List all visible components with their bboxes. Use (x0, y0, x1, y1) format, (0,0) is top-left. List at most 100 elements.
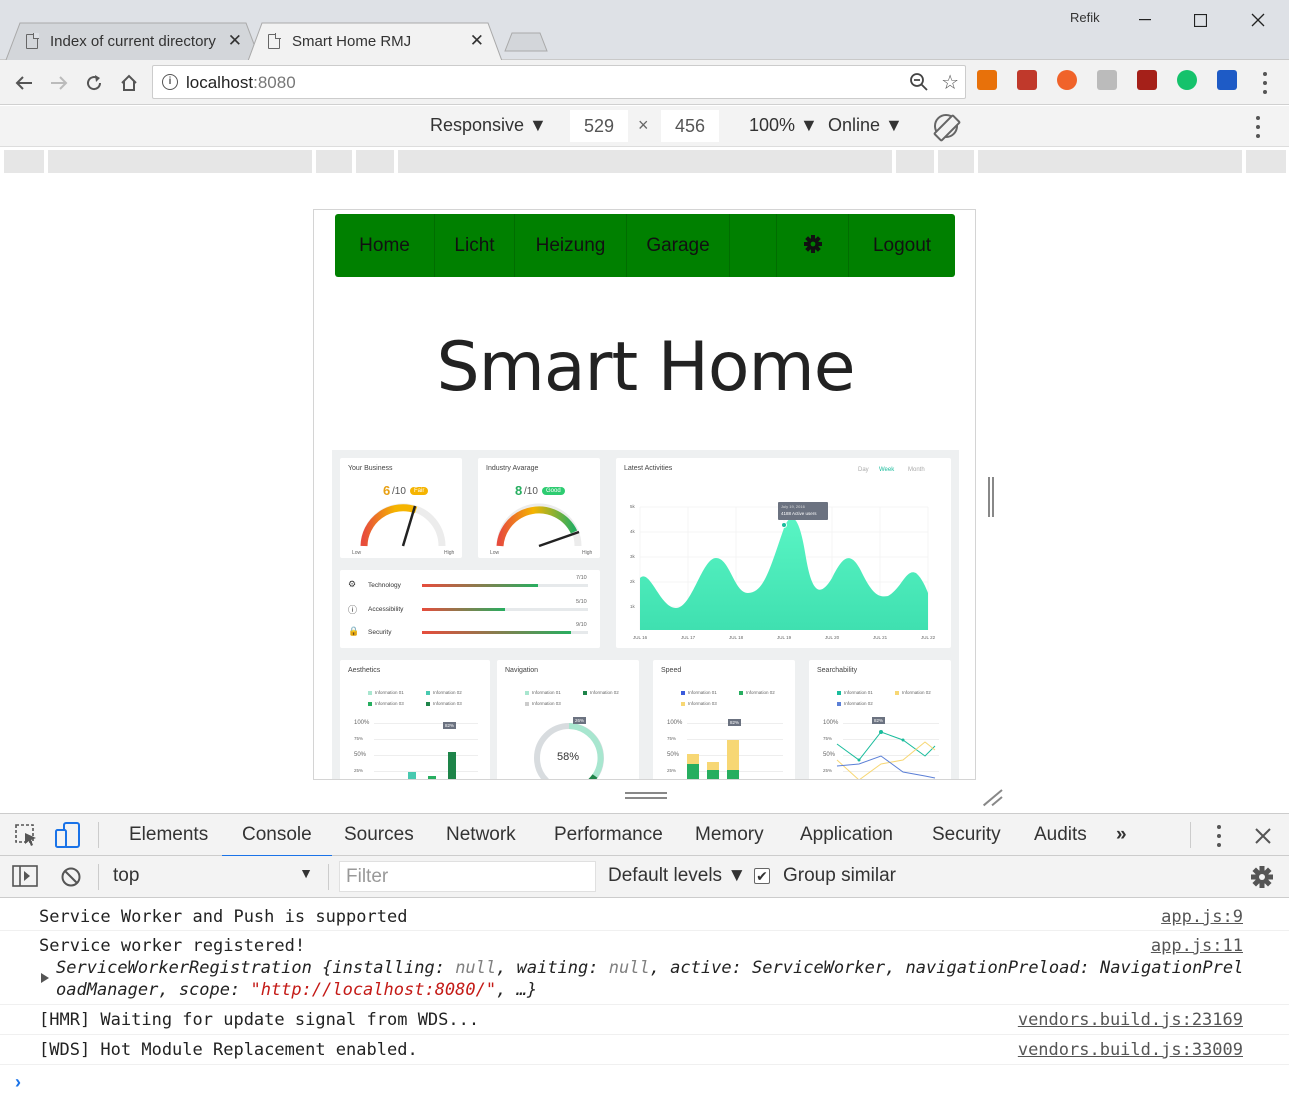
tab-audits[interactable]: Audits (1032, 814, 1089, 856)
close-window-icon[interactable] (1235, 6, 1281, 34)
extension-icon[interactable] (1017, 70, 1037, 90)
media-query-segment[interactable] (896, 150, 934, 173)
viewport-height-input[interactable]: 456 (661, 110, 719, 142)
close-tab-icon[interactable]: ✕ (470, 31, 484, 51)
home-icon[interactable] (116, 70, 142, 96)
bar (428, 776, 436, 779)
log-levels-select[interactable]: Default levels ▼ (608, 865, 746, 887)
media-query-segment[interactable] (48, 150, 312, 173)
extension-icon[interactable] (977, 70, 997, 90)
console-prompt[interactable]: › (15, 1072, 21, 1093)
media-query-segment[interactable] (316, 150, 352, 173)
forward-arrow-icon[interactable] (46, 70, 72, 96)
tab-console[interactable]: Console (222, 814, 332, 857)
zoom-out-icon[interactable] (909, 72, 929, 92)
media-query-segment[interactable] (356, 150, 394, 173)
group-similar-checkbox[interactable]: ✔ (754, 868, 770, 884)
more-tabs-button[interactable]: » (1114, 814, 1129, 856)
maximize-icon[interactable] (1177, 6, 1223, 34)
extension-icon[interactable] (1057, 70, 1077, 90)
emulated-page: Home Licht Heizung Garage Logout Smart H… (313, 209, 976, 780)
nav-settings[interactable] (777, 214, 849, 277)
nav-logout[interactable]: Logout (849, 214, 955, 277)
message-source-link[interactable]: vendors.build.js:23169 (1018, 1010, 1243, 1030)
nav-garage[interactable]: Garage (627, 214, 730, 277)
extension-icon[interactable] (1217, 70, 1237, 90)
inspect-element-icon[interactable] (14, 823, 38, 847)
info-icon[interactable]: i (162, 74, 178, 90)
tab-smart-home[interactable]: Smart Home RMJ ✕ (246, 22, 502, 61)
page-icon (26, 32, 39, 49)
media-query-segment[interactable] (398, 150, 892, 173)
show-sidebar-icon[interactable] (12, 865, 38, 887)
metric-icon: ⚙ (348, 579, 357, 589)
tab-security[interactable]: Security (930, 814, 1003, 856)
chrome-menu-icon[interactable] (1258, 72, 1272, 94)
tab-application[interactable]: Application (798, 814, 895, 856)
console-toolbar: top ▼ Filter Default levels ▼ ✔ Group si… (0, 856, 1289, 898)
device-mode-select[interactable]: Responsive ▼ (430, 115, 547, 136)
reload-icon[interactable] (81, 70, 107, 96)
object-preview-line1[interactable]: ServiceWorkerRegistration {installing: n… (56, 958, 1243, 978)
bar (448, 752, 456, 779)
metric-fill (422, 608, 505, 611)
viewport-width-handle[interactable] (986, 477, 996, 517)
extension-icon[interactable] (1137, 70, 1157, 90)
device-menu-icon[interactable] (1251, 116, 1265, 138)
navigation-card: Navigation Information 01 Information 02 In… (497, 660, 639, 779)
media-query-segment[interactable] (4, 150, 44, 173)
tab-memory[interactable]: Memory (693, 814, 766, 856)
rotate-icon[interactable] (934, 114, 958, 138)
tab-performance[interactable]: Performance (552, 814, 665, 856)
message-text: [HMR] Waiting for update signal from WDS… (39, 1010, 480, 1030)
profile-name[interactable]: Refik (1070, 10, 1100, 25)
object-tail: , …} (496, 980, 538, 1000)
console-filter-input[interactable]: Filter (339, 861, 596, 892)
viewport-height-handle[interactable] (625, 790, 667, 802)
close-tab-icon[interactable]: ✕ (228, 31, 242, 51)
back-arrow-icon[interactable] (11, 70, 37, 96)
message-text: [WDS] Hot Module Replacement enabled. (39, 1040, 418, 1060)
new-tab-button[interactable] (504, 32, 548, 52)
extension-icon[interactable] (1097, 70, 1117, 90)
tab-network[interactable]: Network (444, 814, 518, 856)
nav-licht[interactable]: Licht (435, 214, 515, 277)
object-preview-line2[interactable]: oadManager, scope: "http://localhost:808… (56, 980, 537, 1000)
tab-elements[interactable]: Elements (127, 814, 210, 856)
message-text: Service Worker and Push is supported (39, 907, 408, 927)
nav-home[interactable]: Home (335, 214, 435, 277)
device-toolbar-icon[interactable] (54, 821, 82, 849)
stacked-bar-segment (687, 764, 699, 779)
viewport-corner-handle[interactable] (978, 785, 1003, 807)
tab-sources[interactable]: Sources (342, 814, 416, 856)
address-bar[interactable]: i localhost:8080 ☆ (152, 65, 966, 99)
url-port: :8080 (253, 73, 296, 92)
network-throttle-select[interactable]: Online ▼ (828, 115, 903, 136)
clear-console-icon[interactable] (60, 866, 82, 888)
devtools-menu-icon[interactable] (1212, 825, 1226, 847)
bookmark-star-icon[interactable]: ☆ (941, 70, 959, 95)
zoom-select[interactable]: 100% ▼ (749, 115, 818, 136)
message-source-link[interactable]: app.js:11 (1151, 936, 1243, 956)
extension-icon[interactable] (1177, 70, 1197, 90)
nav-heizung[interactable]: Heizung (515, 214, 627, 277)
media-query-segment[interactable] (938, 150, 974, 173)
console-message: Service worker registered! app.js:11 Ser… (0, 931, 1289, 1005)
message-source-link[interactable]: vendors.build.js:33009 (1018, 1040, 1243, 1060)
tab-index-directory[interactable]: Index of current directory ✕ (4, 22, 260, 60)
browser-toolbar: i localhost:8080 ☆ (0, 60, 1289, 105)
chart-badge: 26% (573, 717, 587, 724)
y-tick-label: 5k (630, 504, 635, 509)
expand-triangle-icon[interactable] (40, 972, 50, 984)
console-settings-gear-icon[interactable] (1250, 865, 1274, 889)
minimize-icon[interactable] (1122, 6, 1168, 34)
media-query-segment[interactable] (978, 150, 1242, 173)
viewport-width-input[interactable]: 529 (570, 110, 628, 142)
close-devtools-icon[interactable] (1255, 828, 1271, 844)
media-query-segment[interactable] (1246, 150, 1286, 173)
metric-value: 5/10 (576, 599, 587, 605)
context-select[interactable]: top ▼ (113, 865, 317, 887)
donut-center-value: 58% (557, 751, 580, 763)
message-source-link[interactable]: app.js:9 (1161, 907, 1243, 927)
tab-title: Smart Home RMJ (292, 32, 412, 50)
